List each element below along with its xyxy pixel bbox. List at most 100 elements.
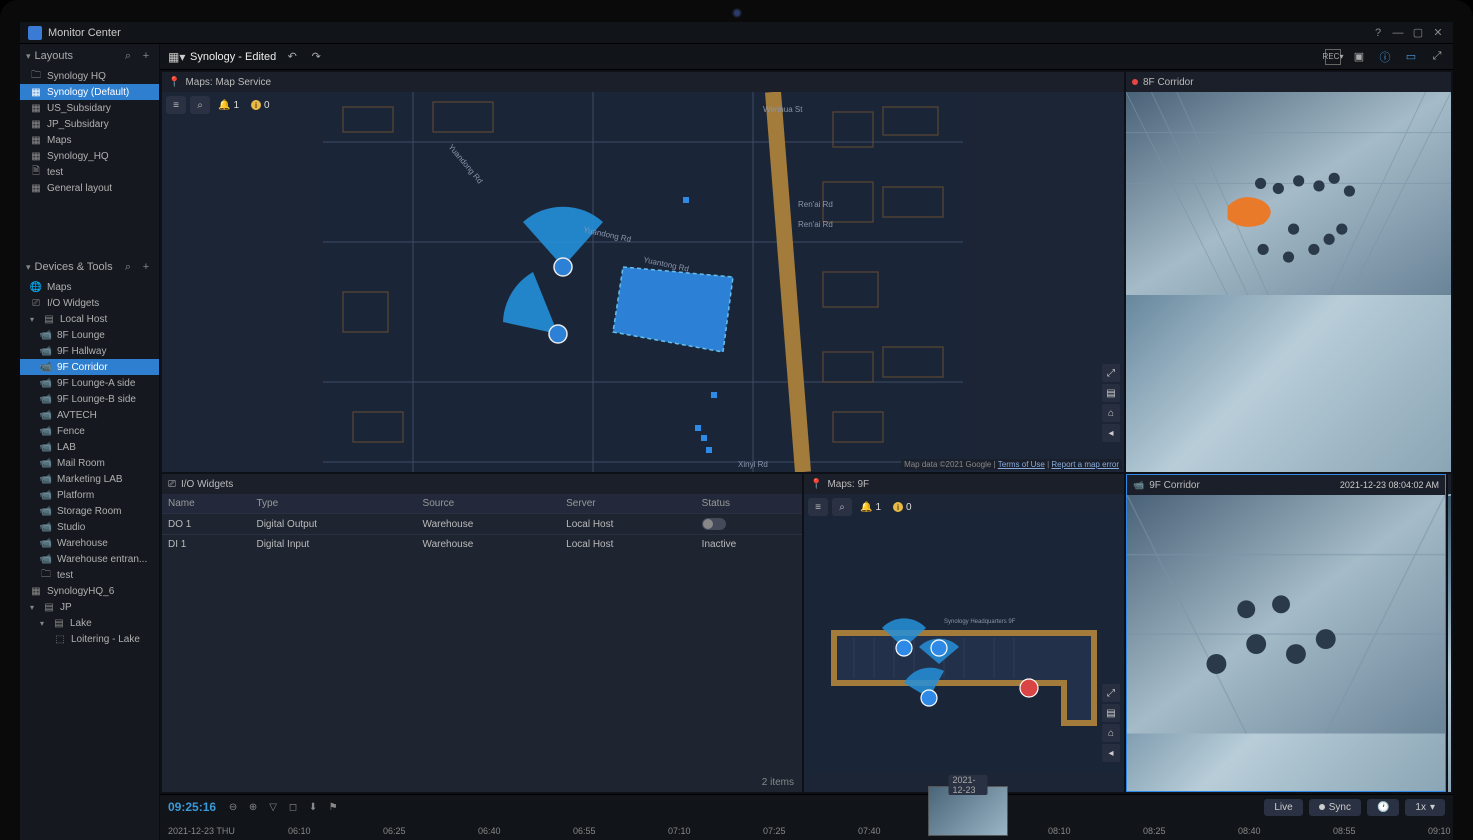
redo-button[interactable]: ↷ <box>308 49 324 65</box>
tree-item-storage-room[interactable]: 📹Storage Room <box>20 503 159 519</box>
clock-button[interactable]: 🕐 <box>1367 799 1399 816</box>
snapshot-icon[interactable]: ▣ <box>1351 49 1367 65</box>
tree-item-fence[interactable]: 📹Fence <box>20 423 159 439</box>
tree-item-local-host[interactable]: ▾▤Local Host <box>20 311 159 327</box>
tree-item-warehouse-entran-[interactable]: 📹Warehouse entran... <box>20 551 159 567</box>
tree-item-warehouse[interactable]: 📹Warehouse <box>20 535 159 551</box>
search-icon[interactable]: ⌕ <box>121 49 135 63</box>
tree-item-i-o-widgets[interactable]: ⎚I/O Widgets <box>20 295 159 311</box>
tree-item-synologyhq-6[interactable]: ▦SynologyHQ_6 <box>20 583 159 599</box>
camera-meeting-view[interactable] <box>1448 494 1451 792</box>
sync-button[interactable]: Sync <box>1309 799 1361 816</box>
alert-yellow-badge[interactable]: i0 <box>889 502 916 513</box>
tree-item-lab[interactable]: 📹LAB <box>20 439 159 455</box>
map-home-icon[interactable]: ⌂ <box>1102 404 1120 422</box>
map-view[interactable]: ≡ ⌕ 🔔1 i0 <box>162 92 1124 472</box>
download-icon[interactable]: ⬇ <box>306 800 320 814</box>
close-button[interactable]: ✕ <box>1431 26 1445 40</box>
timeline-tick: 08:55 <box>1333 826 1356 836</box>
io-status-cell[interactable] <box>696 514 802 535</box>
record-icon[interactable]: REC▾ <box>1325 49 1341 65</box>
io-col-status[interactable]: Status <box>696 494 802 514</box>
alert-red-badge[interactable]: 🔔1 <box>214 100 243 111</box>
io-cell: Local Host <box>560 514 696 535</box>
bookmark-icon[interactable]: ⚑ <box>326 800 340 814</box>
timeline-thumbnail[interactable]: 2021-12-23 <box>928 786 1008 836</box>
tree-item-avtech[interactable]: 📹AVTECH <box>20 407 159 423</box>
io-col-name[interactable]: Name <box>162 494 250 514</box>
map-expand-icon[interactable]: ⤢ <box>1102 684 1120 702</box>
camera-8f-view[interactable] <box>1126 92 1451 472</box>
timeline-date: 2021-12-23 THU <box>168 826 235 836</box>
tree-item-loitering-lake[interactable]: ⬚Loitering - Lake <box>20 631 159 647</box>
speed-button[interactable]: 1x ▾ <box>1405 799 1445 816</box>
io-row[interactable]: DO 1Digital OutputWarehouseLocal Host <box>162 514 802 535</box>
camera-9f-view[interactable] <box>1127 495 1445 791</box>
layout-grid-icon[interactable]: ▦▾ <box>168 50 182 64</box>
tree-item-9f-lounge-a-side[interactable]: 📹9F Lounge-A side <box>20 375 159 391</box>
fullscreen-icon[interactable]: ⤢ <box>1429 49 1445 65</box>
tree-item-test[interactable]: 🗀test <box>20 567 159 583</box>
tree-item-synology-hq[interactable]: 🗀Synology HQ <box>20 68 159 84</box>
map-back-icon[interactable]: ◂ <box>1102 744 1120 762</box>
map-layers-icon[interactable]: ▤ <box>1102 704 1120 722</box>
filter-icon[interactable]: ▽ <box>266 800 280 814</box>
tree-item-label: Marketing LAB <box>57 474 123 485</box>
map-back-icon[interactable]: ◂ <box>1102 424 1120 442</box>
map-expand-icon[interactable]: ⤢ <box>1102 364 1120 382</box>
tree-item-9f-lounge-b-side[interactable]: 📹9F Lounge-B side <box>20 391 159 407</box>
tree-item-synology-hq[interactable]: ▦Synology_HQ <box>20 148 159 164</box>
tree-item-platform[interactable]: 📹Platform <box>20 487 159 503</box>
tree-item-8f-lounge[interactable]: 📹8F Lounge <box>20 327 159 343</box>
tree-item-9f-corridor[interactable]: 📹9F Corridor <box>20 359 159 375</box>
minimize-button[interactable]: — <box>1391 26 1405 40</box>
live-button[interactable]: Live <box>1264 799 1302 816</box>
status-toggle[interactable] <box>702 518 726 530</box>
alert-yellow-badge[interactable]: i0 <box>247 100 274 111</box>
screen-icon[interactable]: ▭ <box>1403 49 1419 65</box>
search-icon[interactable]: ⌕ <box>190 96 210 114</box>
tree-item-maps[interactable]: ▦Maps <box>20 132 159 148</box>
timeline-track[interactable]: 2021-12-23 THU 06:1006:2506:4006:5507:10… <box>168 817 1445 838</box>
report-link[interactable]: Report a map error <box>1051 460 1119 469</box>
map-9f-view[interactable]: ≡ ⌕ 🔔1 i0 <box>804 494 1124 792</box>
tree-item-general-layout[interactable]: ▦General layout <box>20 180 159 196</box>
devices-panel-header[interactable]: ▾ Devices & Tools ⌕ + <box>20 255 159 279</box>
terms-link[interactable]: Terms of Use <box>998 460 1045 469</box>
alert-red-badge[interactable]: 🔔1 <box>856 502 885 513</box>
io-col-source[interactable]: Source <box>417 494 561 514</box>
map-home-icon[interactable]: ⌂ <box>1102 724 1120 742</box>
io-col-type[interactable]: Type <box>250 494 416 514</box>
add-icon[interactable]: + <box>139 260 153 274</box>
undo-button[interactable]: ↶ <box>284 49 300 65</box>
tree-item-synology-default-[interactable]: ▦Synology (Default) <box>20 84 159 100</box>
marker-icon[interactable]: ◻ <box>286 800 300 814</box>
maximize-button[interactable]: ▢ <box>1411 26 1425 40</box>
tree-item-test[interactable]: 🗎test <box>20 164 159 180</box>
zoom-out-icon[interactable]: ⊖ <box>226 800 240 814</box>
map-layers-icon[interactable]: ▤ <box>1102 384 1120 402</box>
tree-item-marketing-lab[interactable]: 📹Marketing LAB <box>20 471 159 487</box>
add-icon[interactable]: + <box>139 49 153 63</box>
camera-8f-title: 8F Corridor <box>1143 77 1194 88</box>
zoom-in-icon[interactable]: ⊕ <box>246 800 260 814</box>
tree-item-jp[interactable]: ▾▤JP <box>20 599 159 615</box>
io-row[interactable]: DI 1Digital InputWarehouseLocal HostInac… <box>162 535 802 555</box>
search-icon[interactable]: ⌕ <box>121 260 135 274</box>
filter-icon[interactable]: ≡ <box>808 498 828 516</box>
help-button[interactable]: ? <box>1371 26 1385 40</box>
filter-icon[interactable]: ≡ <box>166 96 186 114</box>
search-icon[interactable]: ⌕ <box>832 498 852 516</box>
io-col-server[interactable]: Server <box>560 494 696 514</box>
tree-item-us-subsidary[interactable]: ▦US_Subsidary <box>20 100 159 116</box>
io-status-cell[interactable]: Inactive <box>696 535 802 555</box>
tree-item-mail-room[interactable]: 📹Mail Room <box>20 455 159 471</box>
info-icon[interactable]: ⓘ <box>1377 49 1393 65</box>
tree-item-lake[interactable]: ▾▤Lake <box>20 615 159 631</box>
tree-item-label: 9F Lounge-A side <box>57 378 135 389</box>
tree-item-9f-hallway[interactable]: 📹9F Hallway <box>20 343 159 359</box>
tree-item-studio[interactable]: 📹Studio <box>20 519 159 535</box>
tree-item-maps[interactable]: 🌐Maps <box>20 279 159 295</box>
tree-item-jp-subsidary[interactable]: ▦JP_Subsidary <box>20 116 159 132</box>
layouts-panel-header[interactable]: ▾ Layouts ⌕ + <box>20 44 159 68</box>
